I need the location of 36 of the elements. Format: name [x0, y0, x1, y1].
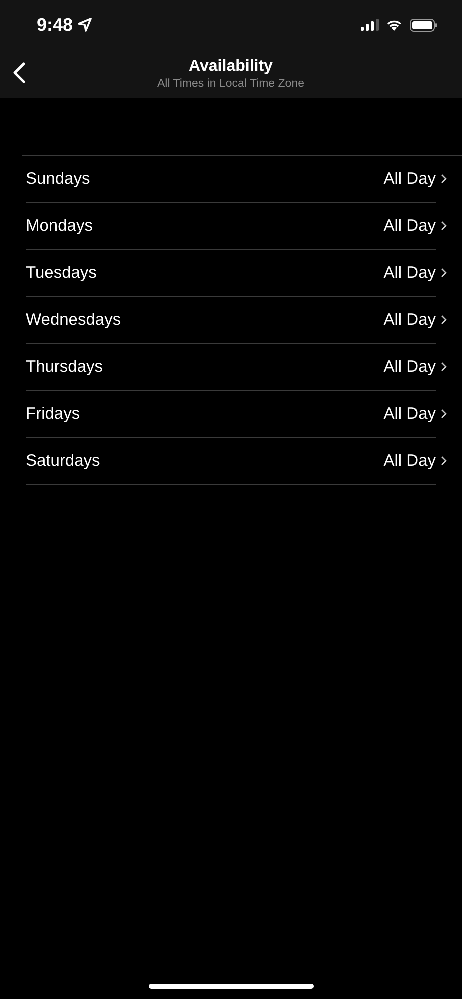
chevron-icon	[441, 268, 447, 278]
day-availability: All Day	[384, 216, 436, 236]
day-label: Thursdays	[26, 358, 104, 376]
day-availability: All Day	[384, 404, 436, 424]
signal-icon	[361, 19, 379, 31]
chevron-icon	[441, 221, 447, 231]
day-row[interactable]: Wednesdays All Day	[26, 297, 436, 344]
back-chevron-icon	[12, 62, 26, 84]
chevron-icon	[441, 315, 447, 325]
day-availability: All Day	[384, 310, 436, 330]
battery-icon	[410, 18, 438, 32]
day-availability: All Day	[384, 358, 436, 376]
chevron-icon	[441, 456, 447, 466]
chevron-icon	[441, 362, 447, 372]
day-label: Mondays	[26, 216, 94, 236]
day-row[interactable]: Fridays All Day	[26, 391, 436, 438]
location-arrow-icon	[78, 18, 92, 32]
status-time: 9:48	[37, 14, 74, 36]
day-label: Sundays	[26, 170, 92, 188]
day-row[interactable]: Mondays All Day	[26, 203, 436, 250]
day-row[interactable]: Sundays All Day	[26, 156, 436, 203]
day-availability: All Day	[384, 264, 436, 282]
day-availability: All Day	[384, 452, 436, 470]
day-row[interactable]: Thursdays All Day	[26, 344, 436, 391]
chevron-icon	[441, 174, 447, 184]
day-label: Saturdays	[26, 452, 102, 470]
day-label: Tuesdays	[26, 264, 98, 282]
chevron-icon	[441, 409, 447, 419]
day-row[interactable]: Saturdays All Day	[26, 438, 436, 485]
day-label: Wednesdays	[26, 310, 122, 330]
wifi-icon	[386, 19, 403, 31]
day-label: Fridays	[26, 404, 82, 424]
day-availability: All Day	[384, 170, 436, 188]
screen-title: Availability	[189, 58, 273, 76]
day-row[interactable]: Tuesdays All Day	[26, 250, 436, 297]
screen-subtitle: All Times in Local Time Zone	[157, 78, 304, 90]
